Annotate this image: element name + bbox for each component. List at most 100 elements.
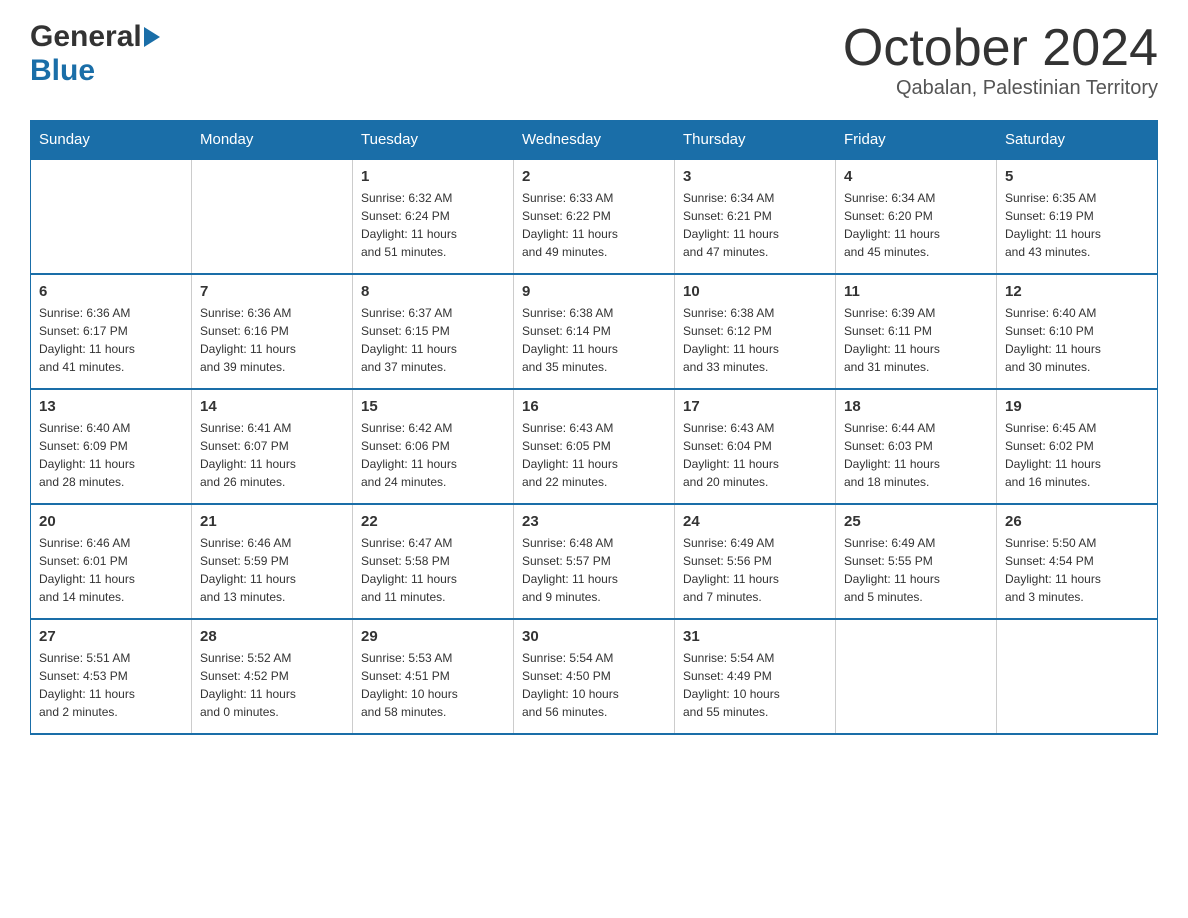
day-number: 20 <box>39 513 183 530</box>
day-number: 29 <box>361 628 505 645</box>
day-number: 19 <box>1005 398 1149 415</box>
day-info: Sunrise: 5:54 AM Sunset: 4:50 PM Dayligh… <box>522 649 666 721</box>
calendar-cell <box>31 159 192 274</box>
day-number: 23 <box>522 513 666 530</box>
day-info: Sunrise: 6:45 AM Sunset: 6:02 PM Dayligh… <box>1005 419 1149 491</box>
day-info: Sunrise: 6:44 AM Sunset: 6:03 PM Dayligh… <box>844 419 988 491</box>
calendar-cell: 26Sunrise: 5:50 AM Sunset: 4:54 PM Dayli… <box>997 504 1158 619</box>
day-info: Sunrise: 6:48 AM Sunset: 5:57 PM Dayligh… <box>522 534 666 606</box>
day-info: Sunrise: 6:39 AM Sunset: 6:11 PM Dayligh… <box>844 304 988 376</box>
day-number: 28 <box>200 628 344 645</box>
day-number: 24 <box>683 513 827 530</box>
day-info: Sunrise: 6:33 AM Sunset: 6:22 PM Dayligh… <box>522 189 666 261</box>
day-number: 21 <box>200 513 344 530</box>
calendar-cell: 11 Sunrise: 6:39 AM Sunset: 6:11 PM Dayli… <box>836 274 997 389</box>
calendar-cell: 10 Sunrise: 6:38 AM Sunset: 6:12 PM Dayli… <box>675 274 836 389</box>
week-row-4: 20 Sunrise: 6:46 AM Sunset: 6:01 PM Dayli… <box>31 504 1158 619</box>
calendar-cell: 13Sunrise: 6:40 AM Sunset: 6:09 PM Dayli… <box>31 389 192 504</box>
calendar-table: SundayMondayTuesdayWednesdayThursdayFrid… <box>30 120 1158 735</box>
day-info: Sunrise: 6:46 AM Sunset: 6:01 PM Dayligh… <box>39 534 183 606</box>
day-info: Sunrise: 6:36 AM Sunset: 6:17 PM Dayligh… <box>39 304 183 376</box>
calendar-cell: 7 Sunrise: 6:36 AM Sunset: 6:16 PM Daylig… <box>192 274 353 389</box>
calendar-cell: 20 Sunrise: 6:46 AM Sunset: 6:01 PM Dayli… <box>31 504 192 619</box>
day-info: Sunrise: 6:40 AM Sunset: 6:09 PM Dayligh… <box>39 419 183 491</box>
day-number: 5 <box>1005 168 1149 185</box>
day-info: Sunrise: 6:38 AM Sunset: 6:12 PM Dayligh… <box>683 304 827 376</box>
calendar-cell: 29 Sunrise: 5:53 AM Sunset: 4:51 PM Dayli… <box>353 619 514 734</box>
calendar-cell: 25 Sunrise: 6:49 AM Sunset: 5:55 PM Dayli… <box>836 504 997 619</box>
day-info: Sunrise: 6:43 AM Sunset: 6:05 PM Dayligh… <box>522 419 666 491</box>
day-info: Sunrise: 6:49 AM Sunset: 5:55 PM Dayligh… <box>844 534 988 606</box>
calendar-cell: 4 Sunrise: 6:34 AM Sunset: 6:20 PM Daylig… <box>836 159 997 274</box>
day-info: Sunrise: 6:34 AM Sunset: 6:21 PM Dayligh… <box>683 189 827 261</box>
day-header-saturday: Saturday <box>997 121 1158 160</box>
day-info: Sunrise: 6:34 AM Sunset: 6:20 PM Dayligh… <box>844 189 988 261</box>
calendar-cell: 12 Sunrise: 6:40 AM Sunset: 6:10 PM Dayli… <box>997 274 1158 389</box>
calendar-cell: 28 Sunrise: 5:52 AM Sunset: 4:52 PM Dayli… <box>192 619 353 734</box>
calendar-cell: 3 Sunrise: 6:34 AM Sunset: 6:21 PM Daylig… <box>675 159 836 274</box>
month-title: October 2024 <box>843 20 1158 77</box>
calendar-cell: 22Sunrise: 6:47 AM Sunset: 5:58 PM Dayli… <box>353 504 514 619</box>
calendar-cell: 16 Sunrise: 6:43 AM Sunset: 6:05 PM Dayli… <box>514 389 675 504</box>
day-number: 18 <box>844 398 988 415</box>
day-number: 1 <box>361 168 505 185</box>
day-number: 7 <box>200 283 344 300</box>
calendar-cell: 17 Sunrise: 6:43 AM Sunset: 6:04 PM Dayli… <box>675 389 836 504</box>
day-number: 3 <box>683 168 827 185</box>
week-row-1: 1 Sunrise: 6:32 AM Sunset: 6:24 PM Daylig… <box>31 159 1158 274</box>
day-number: 10 <box>683 283 827 300</box>
calendar-cell: 2Sunrise: 6:33 AM Sunset: 6:22 PM Daylig… <box>514 159 675 274</box>
day-number: 11 <box>844 283 988 300</box>
calendar-cell: 30 Sunrise: 5:54 AM Sunset: 4:50 PM Dayli… <box>514 619 675 734</box>
day-header-friday: Friday <box>836 121 997 160</box>
day-info: Sunrise: 6:37 AM Sunset: 6:15 PM Dayligh… <box>361 304 505 376</box>
day-number: 14 <box>200 398 344 415</box>
location-title: Qabalan, Palestinian Territory <box>843 77 1158 100</box>
week-row-2: 6Sunrise: 6:36 AM Sunset: 6:17 PM Daylig… <box>31 274 1158 389</box>
day-header-tuesday: Tuesday <box>353 121 514 160</box>
calendar-cell: 31Sunrise: 5:54 AM Sunset: 4:49 PM Dayli… <box>675 619 836 734</box>
calendar-cell: 18 Sunrise: 6:44 AM Sunset: 6:03 PM Dayli… <box>836 389 997 504</box>
calendar-cell: 6Sunrise: 6:36 AM Sunset: 6:17 PM Daylig… <box>31 274 192 389</box>
day-number: 8 <box>361 283 505 300</box>
day-info: Sunrise: 6:41 AM Sunset: 6:07 PM Dayligh… <box>200 419 344 491</box>
day-info: Sunrise: 6:43 AM Sunset: 6:04 PM Dayligh… <box>683 419 827 491</box>
calendar-cell: 9Sunrise: 6:38 AM Sunset: 6:14 PM Daylig… <box>514 274 675 389</box>
logo-general-text: General <box>30 20 142 54</box>
calendar-cell: 24 Sunrise: 6:49 AM Sunset: 5:56 PM Dayli… <box>675 504 836 619</box>
logo-blue-text: Blue <box>30 54 95 87</box>
day-number: 16 <box>522 398 666 415</box>
day-info: Sunrise: 6:32 AM Sunset: 6:24 PM Dayligh… <box>361 189 505 261</box>
day-info: Sunrise: 5:53 AM Sunset: 4:51 PM Dayligh… <box>361 649 505 721</box>
calendar-cell: 1 Sunrise: 6:32 AM Sunset: 6:24 PM Daylig… <box>353 159 514 274</box>
week-row-5: 27 Sunrise: 5:51 AM Sunset: 4:53 PM Dayli… <box>31 619 1158 734</box>
day-info: Sunrise: 6:46 AM Sunset: 5:59 PM Dayligh… <box>200 534 344 606</box>
day-info: Sunrise: 6:49 AM Sunset: 5:56 PM Dayligh… <box>683 534 827 606</box>
calendar-cell: 14 Sunrise: 6:41 AM Sunset: 6:07 PM Dayli… <box>192 389 353 504</box>
day-header-thursday: Thursday <box>675 121 836 160</box>
day-info: Sunrise: 5:51 AM Sunset: 4:53 PM Dayligh… <box>39 649 183 721</box>
day-info: Sunrise: 5:54 AM Sunset: 4:49 PM Dayligh… <box>683 649 827 721</box>
logo-arrow-icon <box>144 27 160 47</box>
day-info: Sunrise: 5:50 AM Sunset: 4:54 PM Dayligh… <box>1005 534 1149 606</box>
day-header-sunday: Sunday <box>31 121 192 160</box>
day-number: 12 <box>1005 283 1149 300</box>
day-number: 4 <box>844 168 988 185</box>
day-number: 25 <box>844 513 988 530</box>
logo: General Blue <box>30 20 160 88</box>
calendar-cell: 15Sunrise: 6:42 AM Sunset: 6:06 PM Dayli… <box>353 389 514 504</box>
calendar-cell <box>997 619 1158 734</box>
day-number: 17 <box>683 398 827 415</box>
calendar-cell: 5 Sunrise: 6:35 AM Sunset: 6:19 PM Daylig… <box>997 159 1158 274</box>
day-info: Sunrise: 6:47 AM Sunset: 5:58 PM Dayligh… <box>361 534 505 606</box>
header-row: SundayMondayTuesdayWednesdayThursdayFrid… <box>31 121 1158 160</box>
calendar-cell: 8 Sunrise: 6:37 AM Sunset: 6:15 PM Daylig… <box>353 274 514 389</box>
day-info: Sunrise: 5:52 AM Sunset: 4:52 PM Dayligh… <box>200 649 344 721</box>
day-info: Sunrise: 6:40 AM Sunset: 6:10 PM Dayligh… <box>1005 304 1149 376</box>
day-number: 30 <box>522 628 666 645</box>
day-info: Sunrise: 6:35 AM Sunset: 6:19 PM Dayligh… <box>1005 189 1149 261</box>
day-header-monday: Monday <box>192 121 353 160</box>
day-info: Sunrise: 6:36 AM Sunset: 6:16 PM Dayligh… <box>200 304 344 376</box>
day-number: 27 <box>39 628 183 645</box>
day-number: 15 <box>361 398 505 415</box>
